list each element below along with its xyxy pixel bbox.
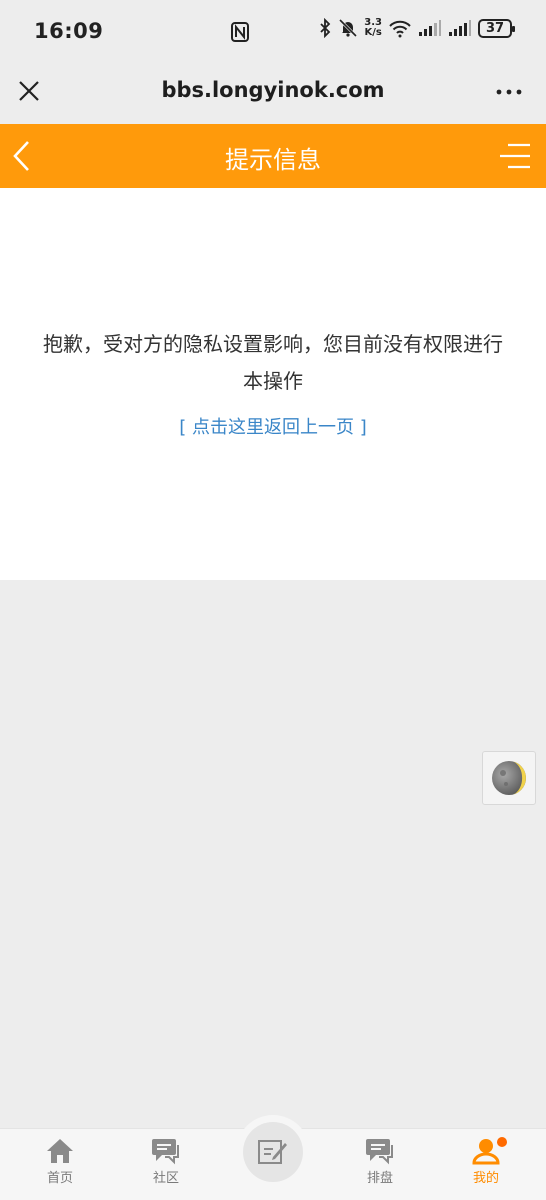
page-header: 提示信息 xyxy=(0,124,546,188)
status-icons: 3.3 K/s 37 xyxy=(318,18,515,38)
bluetooth-icon xyxy=(320,18,331,38)
post-button[interactable] xyxy=(243,1122,303,1182)
night-mode-button[interactable] xyxy=(482,751,536,805)
more-dots-icon[interactable] xyxy=(494,80,524,104)
url-text: bbs.longyinok.com xyxy=(161,78,385,102)
back-link[interactable]: [ 点击这里返回上一页 ] xyxy=(0,413,546,439)
status-bar: 16:09 3.3 K/s 37 xyxy=(0,0,546,62)
bottom-nav: 首页 社区 排盘 我的 xyxy=(0,1115,546,1200)
network-speed: 3.3 K/s xyxy=(364,18,382,38)
nav-item-paipan[interactable]: 排盘 xyxy=(340,1137,420,1186)
home-icon xyxy=(47,1139,73,1163)
mute-icon xyxy=(339,18,358,38)
permission-message: 抱歉，受对方的隐私设置影响，您目前没有权限进行本操作 xyxy=(43,332,503,393)
nav-item-community[interactable]: 社区 xyxy=(126,1137,206,1186)
nav-label-home: 首页 xyxy=(46,1171,73,1186)
battery-icon: 37 xyxy=(478,18,515,38)
chat-icon xyxy=(152,1139,179,1165)
nfc-icon xyxy=(231,22,249,42)
menu-icon[interactable] xyxy=(498,140,532,172)
nav-label-paipan: 排盘 xyxy=(366,1171,393,1186)
signal-icon xyxy=(449,20,471,36)
status-time: 16:09 xyxy=(34,19,104,43)
speed-unit: K/s xyxy=(364,27,382,38)
signal-icon xyxy=(419,20,441,36)
notification-dot xyxy=(497,1137,507,1147)
battery-level: 37 xyxy=(485,20,505,36)
edit-icon xyxy=(258,1140,287,1164)
wifi-icon xyxy=(389,20,411,38)
chat-icon xyxy=(366,1139,393,1165)
nav-item-mine[interactable]: 我的 xyxy=(446,1137,526,1186)
message-panel: 抱歉，受对方的隐私设置影响，您目前没有权限进行本操作 [ 点击这里返回上一页 ] xyxy=(0,188,546,580)
nav-item-home[interactable]: 首页 xyxy=(20,1137,100,1186)
nav-label-mine: 我的 xyxy=(472,1171,499,1186)
browser-bar: bbs.longyinok.com xyxy=(0,62,546,124)
page-title: 提示信息 xyxy=(225,146,321,174)
nav-label-community: 社区 xyxy=(152,1171,179,1186)
moon-icon xyxy=(492,761,526,795)
post-button-wrap xyxy=(236,1115,310,1189)
